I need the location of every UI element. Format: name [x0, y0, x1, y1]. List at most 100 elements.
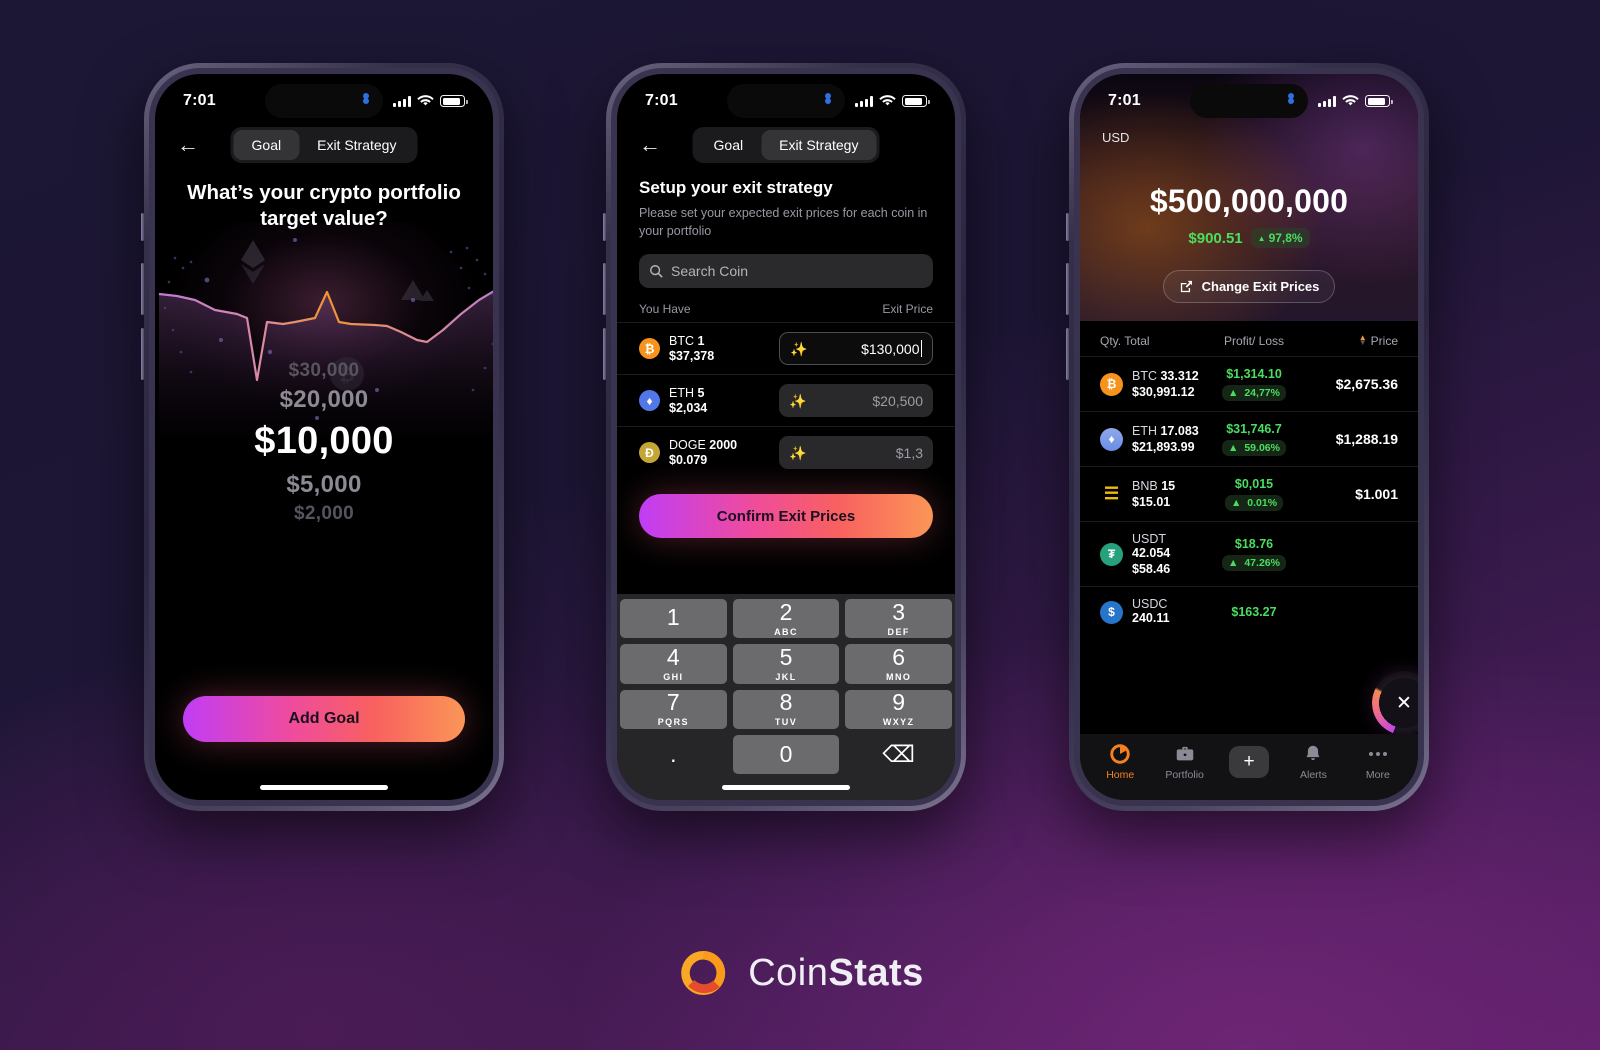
volume-up-button[interactable] — [141, 263, 144, 315]
key-decimal[interactable]: . — [620, 735, 727, 774]
tab-exit-strategy[interactable]: Exit Strategy — [761, 130, 877, 160]
back-arrow-icon[interactable]: ← — [637, 132, 663, 158]
goal-selected-value[interactable]: $10,000 — [155, 420, 493, 463]
section-heading: Setup your exit strategy — [639, 178, 833, 197]
sort-arrows-icon: ▲ ▼ — [1358, 333, 1367, 347]
tether-icon: ₮ — [1100, 542, 1123, 566]
bitcoin-icon: ₿ — [639, 338, 660, 360]
more-dots-icon — [1368, 752, 1387, 756]
col-profit-loss: Profit/ Loss — [1223, 334, 1285, 348]
key-3[interactable]: 3 DEF — [845, 599, 952, 639]
key-0[interactable]: 0 — [732, 734, 840, 774]
row-pl-badge: ▲ 59.06% — [1222, 440, 1286, 456]
confirm-exit-prices-button[interactable]: Confirm Exit Prices — [639, 494, 933, 539]
row-symbol: USDT — [1132, 532, 1166, 546]
tab-portfolio[interactable]: Portfolio — [1152, 743, 1216, 781]
dynamic-island — [265, 84, 383, 118]
status-time: 7:01 — [183, 92, 216, 109]
exit-price-input[interactable]: ✨ $130,000 — [779, 332, 933, 366]
add-goal-button[interactable]: Add Goal — [183, 696, 465, 742]
coin-row[interactable]: ₿ BTC 1 $37,378 ✨ $130,000 — [617, 322, 955, 374]
row-pl-amount: $18.76 — [1234, 537, 1274, 551]
search-coin-input[interactable]: Search Coin — [639, 254, 933, 289]
row-symbol-qty: BTC 33.312 — [1132, 369, 1206, 383]
cellular-bars-icon — [393, 95, 411, 107]
row-qty: 240.11 — [1132, 611, 1170, 625]
volume-up-button[interactable] — [603, 263, 606, 315]
battery-icon — [902, 95, 930, 107]
currency-label[interactable]: USD — [1080, 128, 1418, 145]
coin-symbol-qty: BTC 1 — [669, 334, 753, 348]
search-placeholder: Search Coin — [671, 263, 749, 280]
table-row[interactable]: ₿ BTC 33.312 $30,991.12 $1,314.10 ▲ 24,7… — [1080, 356, 1418, 411]
key-6[interactable]: 6 MNO — [845, 644, 952, 684]
up-arrow-icon: ▲ — [1257, 233, 1266, 243]
portfolio-change: $900.51 ▲ 97,8% — [1080, 228, 1418, 248]
mute-switch[interactable] — [603, 213, 606, 241]
table-row[interactable]: ♦ ETH 17.083 $21,893.99 $31,746.7 ▲ 59.0… — [1080, 411, 1418, 466]
volume-up-button[interactable] — [1066, 263, 1069, 315]
coin-row[interactable]: Ð DOGE 2000 $0.079 ✨ $1,3 — [617, 426, 955, 478]
key-backspace[interactable]: ⌫ — [845, 735, 952, 774]
close-x-icon[interactable]: ✕ — [1376, 675, 1418, 731]
camera-indicator-icon — [825, 98, 831, 104]
phone-exit-strategy-screen: 7:01 ← Goal Exit Strategy Setup your exi… — [603, 63, 966, 811]
volume-down-button[interactable] — [603, 328, 606, 380]
row-pl-amount: $31,746.7 — [1226, 422, 1282, 436]
coin-symbol: BTC — [669, 334, 694, 349]
dynamic-island — [727, 84, 845, 118]
tab-goal[interactable]: Goal — [233, 130, 300, 160]
tab-home[interactable]: Home — [1088, 743, 1152, 781]
volume-down-button[interactable] — [1066, 328, 1069, 380]
key-1[interactable]: 1 — [620, 599, 727, 639]
exit-price-value: $1,3 — [895, 444, 923, 461]
avalanche-glyph — [401, 280, 434, 301]
key-5[interactable]: 5 JKL — [732, 644, 840, 684]
table-row[interactable]: ₮ USDT 42.054 $58.46 $18.76 ▲ 47.26% — [1080, 521, 1418, 586]
screen-portfolio: 7:01 USD $500,000,000 $900.51 ▲ 97,8% Ch… — [1080, 74, 1418, 800]
mute-switch[interactable] — [1066, 213, 1069, 241]
exit-price-input[interactable]: ✨ $20,500 — [779, 384, 933, 418]
tab-goal[interactable]: Goal — [696, 130, 762, 160]
table-row[interactable]: $ USDC 240.11 $163.27 — [1080, 586, 1418, 637]
volume-down-button[interactable] — [141, 328, 144, 380]
row-pl-amount: $0,015 — [1234, 477, 1274, 491]
coin-row[interactable]: ♦ ETH 5 $2,034 ✨ $20,500 — [617, 374, 955, 426]
exit-price-input[interactable]: ✨ $1,3 — [779, 436, 933, 470]
coin-qty: 5 — [697, 386, 705, 401]
change-exit-prices-button[interactable]: Change Exit Prices — [1162, 270, 1336, 303]
ethereum-icon: ♦ — [1100, 427, 1123, 451]
brand-name-bold: Stats — [828, 951, 924, 994]
key-4[interactable]: 4 GHI — [620, 644, 727, 684]
col-price[interactable]: ▲ ▼ Price — [1302, 334, 1398, 348]
home-indicator[interactable] — [260, 785, 388, 790]
goal-option-below[interactable]: $5,000 — [155, 471, 493, 499]
search-icon — [650, 265, 663, 278]
coin-symbol-qty: ETH 5 — [669, 386, 753, 400]
row-qty: 42.054 — [1132, 546, 1171, 560]
home-indicator[interactable] — [722, 785, 850, 790]
row-total: $58.46 — [1132, 562, 1171, 576]
goal-option-far-above[interactable]: $30,000 — [155, 360, 493, 382]
status-time: 7:01 — [645, 92, 678, 109]
mute-switch[interactable] — [141, 213, 144, 241]
tab-more[interactable]: More — [1346, 743, 1410, 781]
goal-value-picker[interactable]: $30,000 $20,000 $10,000 $5,000 $2,000 — [155, 360, 493, 525]
key-2[interactable]: 2 ABC — [732, 599, 840, 639]
tab-more-label: More — [1365, 769, 1390, 781]
text-caret — [920, 340, 922, 358]
tab-add[interactable]: + — [1217, 746, 1281, 778]
key-8[interactable]: 8 TUV — [732, 689, 840, 729]
top-bar: ← Goal Exit Strategy — [617, 127, 955, 163]
change-percent: 97,8% — [1268, 231, 1303, 245]
key-9[interactable]: 9 WXYZ — [845, 689, 952, 729]
status-bar: 7:01 — [1080, 74, 1418, 128]
row-symbol-qty: ETH 17.083 — [1132, 424, 1206, 438]
tab-exit-strategy[interactable]: Exit Strategy — [299, 130, 414, 160]
back-arrow-icon[interactable]: ← — [175, 132, 201, 158]
goal-option-above[interactable]: $20,000 — [155, 386, 493, 414]
table-row[interactable]: ☰ BNB 15 $15.01 $0,015 ▲ 0.01% $1.001 — [1080, 466, 1418, 521]
goal-option-far-below[interactable]: $2,000 — [155, 503, 493, 525]
key-7[interactable]: 7 PQRS — [620, 689, 727, 729]
tab-alerts[interactable]: Alerts — [1281, 743, 1345, 781]
